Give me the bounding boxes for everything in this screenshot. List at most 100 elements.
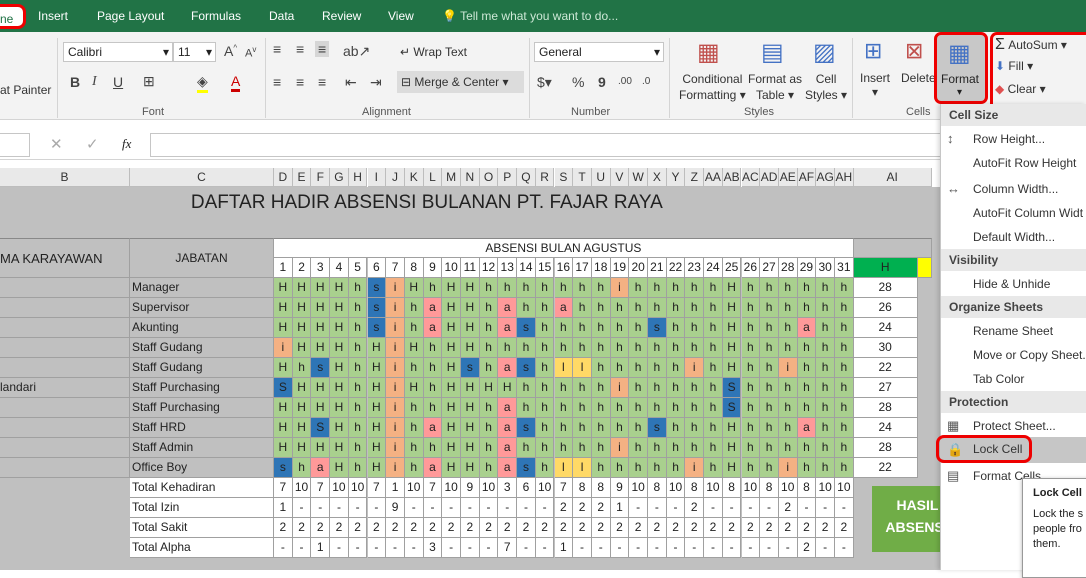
attendance-cell[interactable]: h [685,418,705,438]
merge-center-button[interactable]: ⊟ Merge & Center ▾ [397,71,524,93]
attendance-cell[interactable]: H [461,298,480,318]
total-value[interactable]: 1 [311,538,331,558]
column-header[interactable]: AI [853,168,932,187]
attendance-cell[interactable]: H [442,318,461,338]
column-header[interactable]: AD [760,168,779,187]
total-value[interactable]: - [330,538,349,558]
attendance-cell[interactable]: h [685,318,705,338]
total-value[interactable]: - [741,538,761,558]
name-box[interactable] [0,133,30,157]
attendance-cell[interactable]: H [404,338,424,358]
attendance-cell[interactable]: h [797,378,817,398]
header-empty[interactable] [853,238,932,258]
employee-jabatan[interactable]: Supervisor [130,298,274,318]
attendance-cell[interactable]: h [573,418,592,438]
attendance-cell[interactable]: H [722,438,742,458]
day-number[interactable]: 21 [648,258,667,278]
attendance-cell[interactable]: H [274,438,293,458]
attendance-cell[interactable]: h [348,298,368,318]
attendance-cell[interactable]: H [461,278,480,298]
comma-button[interactable]: 9 [598,74,606,90]
bold-button[interactable]: B [70,74,80,90]
attendance-cell[interactable]: h [760,438,779,458]
attendance-cell[interactable]: h [835,418,854,438]
total-value[interactable]: 2 [797,538,817,558]
attendance-cell[interactable]: h [648,458,667,478]
number-format-select[interactable]: General ▾ [534,42,664,62]
total-value[interactable]: 8 [797,478,817,498]
total-value[interactable]: - [835,538,854,558]
total-value[interactable]: - [835,498,854,518]
attendance-cell[interactable]: h [666,398,686,418]
borders-icon[interactable]: ⊞ [143,73,155,90]
attendance-cell[interactable]: a [423,418,443,438]
total-value[interactable]: 2 [386,518,405,538]
attendance-cell[interactable]: h [629,398,648,418]
total-value[interactable]: - [778,538,798,558]
header-yellow[interactable] [917,258,932,278]
total-value[interactable]: 2 [498,518,518,538]
day-number[interactable]: 22 [666,258,686,278]
attendance-cell[interactable]: h [648,398,667,418]
attendance-cell[interactable]: s [367,298,387,318]
attendance-cell[interactable]: h [629,318,648,338]
underline-button[interactable]: U [113,74,123,90]
attendance-cell[interactable]: H [722,278,742,298]
total-value[interactable]: 7 [498,538,518,558]
day-number[interactable]: 6 [367,258,387,278]
attendance-cell[interactable]: h [517,398,536,418]
attendance-cell[interactable]: h [629,278,648,298]
wrap-text-button[interactable]: ↵ Wrap Text [400,45,467,59]
confirm-icon[interactable]: ✓ [86,135,99,153]
total-value[interactable]: 10 [704,478,723,498]
attendance-cell[interactable]: h [535,338,555,358]
attendance-cell[interactable]: H [461,458,480,478]
column-header[interactable]: J [386,168,405,187]
attendance-cell[interactable]: h [554,418,574,438]
attendance-cell[interactable]: h [591,318,611,338]
autosum-button[interactable]: Σ AutoSum ▾ [995,36,1067,54]
attendance-cell[interactable]: h [648,358,667,378]
total-value[interactable]: 2 [629,518,648,538]
total-value[interactable]: - [461,498,480,518]
attendance-cell[interactable]: h [835,358,854,378]
cancel-icon[interactable]: ✕ [50,135,63,153]
attendance-cell[interactable]: H [311,398,331,418]
total-value[interactable]: 10 [629,478,648,498]
attendance-cell[interactable]: H [367,458,387,478]
column-header[interactable]: C [130,168,274,187]
attendance-cell[interactable]: h [610,358,630,378]
attendance-cell[interactable]: h [704,418,723,438]
total-value[interactable]: 2 [685,498,705,518]
employee-jabatan[interactable]: Akunting [130,318,274,338]
sheet-title[interactable]: DAFTAR HADIR ABSENSI BULANAN PT. FAJAR R… [0,188,854,218]
attendance-cell[interactable]: H [461,378,480,398]
total-value[interactable]: 8 [685,478,705,498]
attendance-cell[interactable]: h [573,438,592,458]
total-value[interactable]: - [629,498,648,518]
fill-color-icon[interactable]: ◈ [197,73,208,93]
attendance-cell[interactable]: H [442,278,461,298]
attendance-cell[interactable]: h [517,278,536,298]
attendance-cell[interactable]: h [535,438,555,458]
total-value[interactable]: - [348,538,368,558]
attendance-cell[interactable]: H [367,438,387,458]
column-header[interactable]: X [648,168,667,187]
attendance-cell[interactable]: H [330,358,349,378]
total-value[interactable]: 8 [591,478,611,498]
attendance-cell[interactable]: H [274,278,293,298]
attendance-cell[interactable]: H [442,458,461,478]
attendance-cell[interactable]: H [330,458,349,478]
attendance-cell[interactable]: h [685,298,705,318]
employee-name[interactable] [0,418,130,438]
employee-name[interactable] [0,438,130,458]
attendance-cell[interactable]: h [423,278,443,298]
attendance-cell[interactable]: l [573,358,592,378]
total-label[interactable]: Total Kehadiran [130,478,274,498]
total-value[interactable]: 7 [311,478,331,498]
attendance-cell[interactable]: H [330,438,349,458]
total-value[interactable]: 2 [722,518,742,538]
attendance-cell[interactable]: h [797,358,817,378]
total-value[interactable]: - [367,498,387,518]
attendance-cell[interactable]: H [722,298,742,318]
